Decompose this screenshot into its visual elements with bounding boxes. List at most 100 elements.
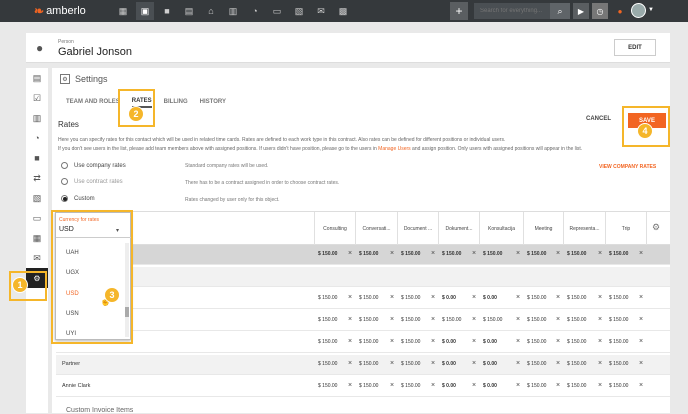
- clear-icon[interactable]: ×: [472, 250, 476, 257]
- rate-cell[interactable]: $ 150.00: [359, 317, 378, 323]
- rate-cell[interactable]: $ 150.00: [401, 251, 420, 257]
- rate-cell[interactable]: $ 150.00: [609, 295, 628, 301]
- radio-use-company-rates[interactable]: Use company rates: [61, 162, 126, 169]
- clear-icon[interactable]: ×: [516, 382, 520, 389]
- rate-cell[interactable]: $ 150.00: [483, 251, 502, 257]
- rate-cell[interactable]: $ 150.00: [567, 317, 586, 323]
- rate-cell[interactable]: $ 150.00: [567, 251, 586, 257]
- rate-cell[interactable]: $ 150.00: [527, 251, 546, 257]
- rate-cell[interactable]: $ 150.00: [318, 317, 337, 323]
- edit-button[interactable]: EDIT: [614, 39, 656, 56]
- clear-icon[interactable]: ×: [431, 250, 435, 257]
- clear-icon[interactable]: ×: [472, 338, 476, 345]
- gear-icon[interactable]: ⚙: [652, 222, 660, 233]
- clear-icon[interactable]: ×: [472, 382, 476, 389]
- rate-cell[interactable]: $ 0.00: [483, 383, 497, 389]
- clear-icon[interactable]: ×: [348, 360, 352, 367]
- radio-circle[interactable]: [61, 178, 68, 185]
- rate-cell[interactable]: $ 150.00: [359, 339, 378, 345]
- clear-icon[interactable]: ×: [390, 294, 394, 301]
- rate-cell[interactable]: $ 150.00: [483, 317, 502, 323]
- rate-cell[interactable]: $ 150.00: [442, 317, 461, 323]
- rate-cell[interactable]: $ 150.00: [527, 317, 546, 323]
- rate-cell[interactable]: $ 150.00: [609, 383, 628, 389]
- play-icon[interactable]: ▶: [573, 3, 589, 19]
- time-icon[interactable]: ◔: [26, 128, 48, 148]
- clear-icon[interactable]: ×: [390, 360, 394, 367]
- clear-icon[interactable]: ×: [348, 316, 352, 323]
- clear-icon[interactable]: ×: [556, 360, 560, 367]
- rate-cell[interactable]: $ 150.00: [401, 361, 420, 367]
- clear-icon[interactable]: ×: [556, 382, 560, 389]
- clear-icon[interactable]: ×: [598, 338, 602, 345]
- rate-cell[interactable]: $ 0.00: [442, 295, 456, 301]
- clear-icon[interactable]: ×: [516, 250, 520, 257]
- timer-icon[interactable]: ◔: [246, 2, 264, 20]
- calendar-icon[interactable]: ▥: [224, 2, 242, 20]
- notification-icon[interactable]: ●: [612, 3, 628, 19]
- clear-icon[interactable]: ×: [390, 316, 394, 323]
- search-input[interactable]: [474, 8, 550, 14]
- briefcase-icon[interactable]: ■: [158, 2, 176, 20]
- rate-cell[interactable]: $ 150.00: [401, 295, 420, 301]
- rate-cell[interactable]: $ 0.00: [442, 361, 456, 367]
- notes-icon[interactable]: ▤: [26, 68, 48, 88]
- cancel-button[interactable]: CANCEL: [586, 116, 611, 122]
- view-company-rates-link[interactable]: VIEW COMPANY RATES: [599, 164, 656, 170]
- rate-cell[interactable]: $ 150.00: [318, 251, 337, 257]
- clear-icon[interactable]: ×: [556, 316, 560, 323]
- clear-icon[interactable]: ×: [639, 338, 643, 345]
- rate-cell[interactable]: $ 150.00: [318, 339, 337, 345]
- tab-team-and-roles[interactable]: TEAM AND ROLES: [66, 97, 120, 107]
- rate-cell[interactable]: $ 150.00: [401, 383, 420, 389]
- matters-icon[interactable]: ■: [26, 148, 48, 168]
- rate-cell[interactable]: $ 150.00: [609, 361, 628, 367]
- clear-icon[interactable]: ×: [639, 250, 643, 257]
- radio-circle[interactable]: [61, 162, 68, 169]
- invoice-icon[interactable]: ▧: [290, 2, 308, 20]
- rate-cell[interactable]: $ 150.00: [359, 251, 378, 257]
- clear-icon[interactable]: ×: [390, 250, 394, 257]
- clear-icon[interactable]: ×: [431, 294, 435, 301]
- clear-icon[interactable]: ×: [639, 294, 643, 301]
- rate-cell[interactable]: $ 150.00: [359, 361, 378, 367]
- rate-cell[interactable]: $ 150.00: [359, 295, 378, 301]
- rate-cell[interactable]: $ 150.00: [318, 295, 337, 301]
- rate-cell[interactable]: $ 0.00: [442, 339, 456, 345]
- add-new-button[interactable]: +: [450, 2, 468, 20]
- rate-cell[interactable]: $ 0.00: [483, 339, 497, 345]
- rate-cell[interactable]: $ 0.00: [483, 295, 497, 301]
- rate-cell[interactable]: $ 150.00: [567, 339, 586, 345]
- dashboard-icon[interactable]: ▦: [114, 2, 132, 20]
- clear-icon[interactable]: ×: [348, 338, 352, 345]
- clear-icon[interactable]: ×: [598, 360, 602, 367]
- rate-cell[interactable]: $ 150.00: [318, 383, 337, 389]
- document-icon[interactable]: ▤: [180, 2, 198, 20]
- rate-cell[interactable]: $ 150.00: [359, 383, 378, 389]
- expenses-icon[interactable]: ▧: [26, 188, 48, 208]
- contact-icon[interactable]: ▣: [136, 2, 154, 20]
- clear-icon[interactable]: ×: [472, 360, 476, 367]
- clear-icon[interactable]: ×: [431, 316, 435, 323]
- clear-icon[interactable]: ×: [516, 294, 520, 301]
- rate-cell[interactable]: $ 150.00: [609, 317, 628, 323]
- search-icon[interactable]: ⌕: [550, 3, 570, 19]
- clear-icon[interactable]: ×: [556, 338, 560, 345]
- rate-cell[interactable]: $ 0.00: [483, 361, 497, 367]
- clear-icon[interactable]: ×: [348, 294, 352, 301]
- rate-cell[interactable]: $ 150.00: [527, 295, 546, 301]
- rate-cell[interactable]: $ 150.00: [609, 251, 628, 257]
- mail-icon[interactable]: ✉: [26, 248, 48, 268]
- clear-icon[interactable]: ×: [639, 360, 643, 367]
- rate-cell[interactable]: $ 150.00: [527, 361, 546, 367]
- rate-cell[interactable]: $ 0.00: [442, 383, 456, 389]
- clear-icon[interactable]: ×: [598, 294, 602, 301]
- rate-cell[interactable]: $ 150.00: [567, 361, 586, 367]
- clear-icon[interactable]: ×: [348, 382, 352, 389]
- radio-circle[interactable]: [61, 195, 68, 202]
- clear-icon[interactable]: ×: [516, 316, 520, 323]
- avatar[interactable]: [631, 3, 646, 18]
- rate-cell[interactable]: $ 150.00: [567, 383, 586, 389]
- rate-cell[interactable]: $ 150.00: [567, 295, 586, 301]
- mail-icon[interactable]: ✉: [312, 2, 330, 20]
